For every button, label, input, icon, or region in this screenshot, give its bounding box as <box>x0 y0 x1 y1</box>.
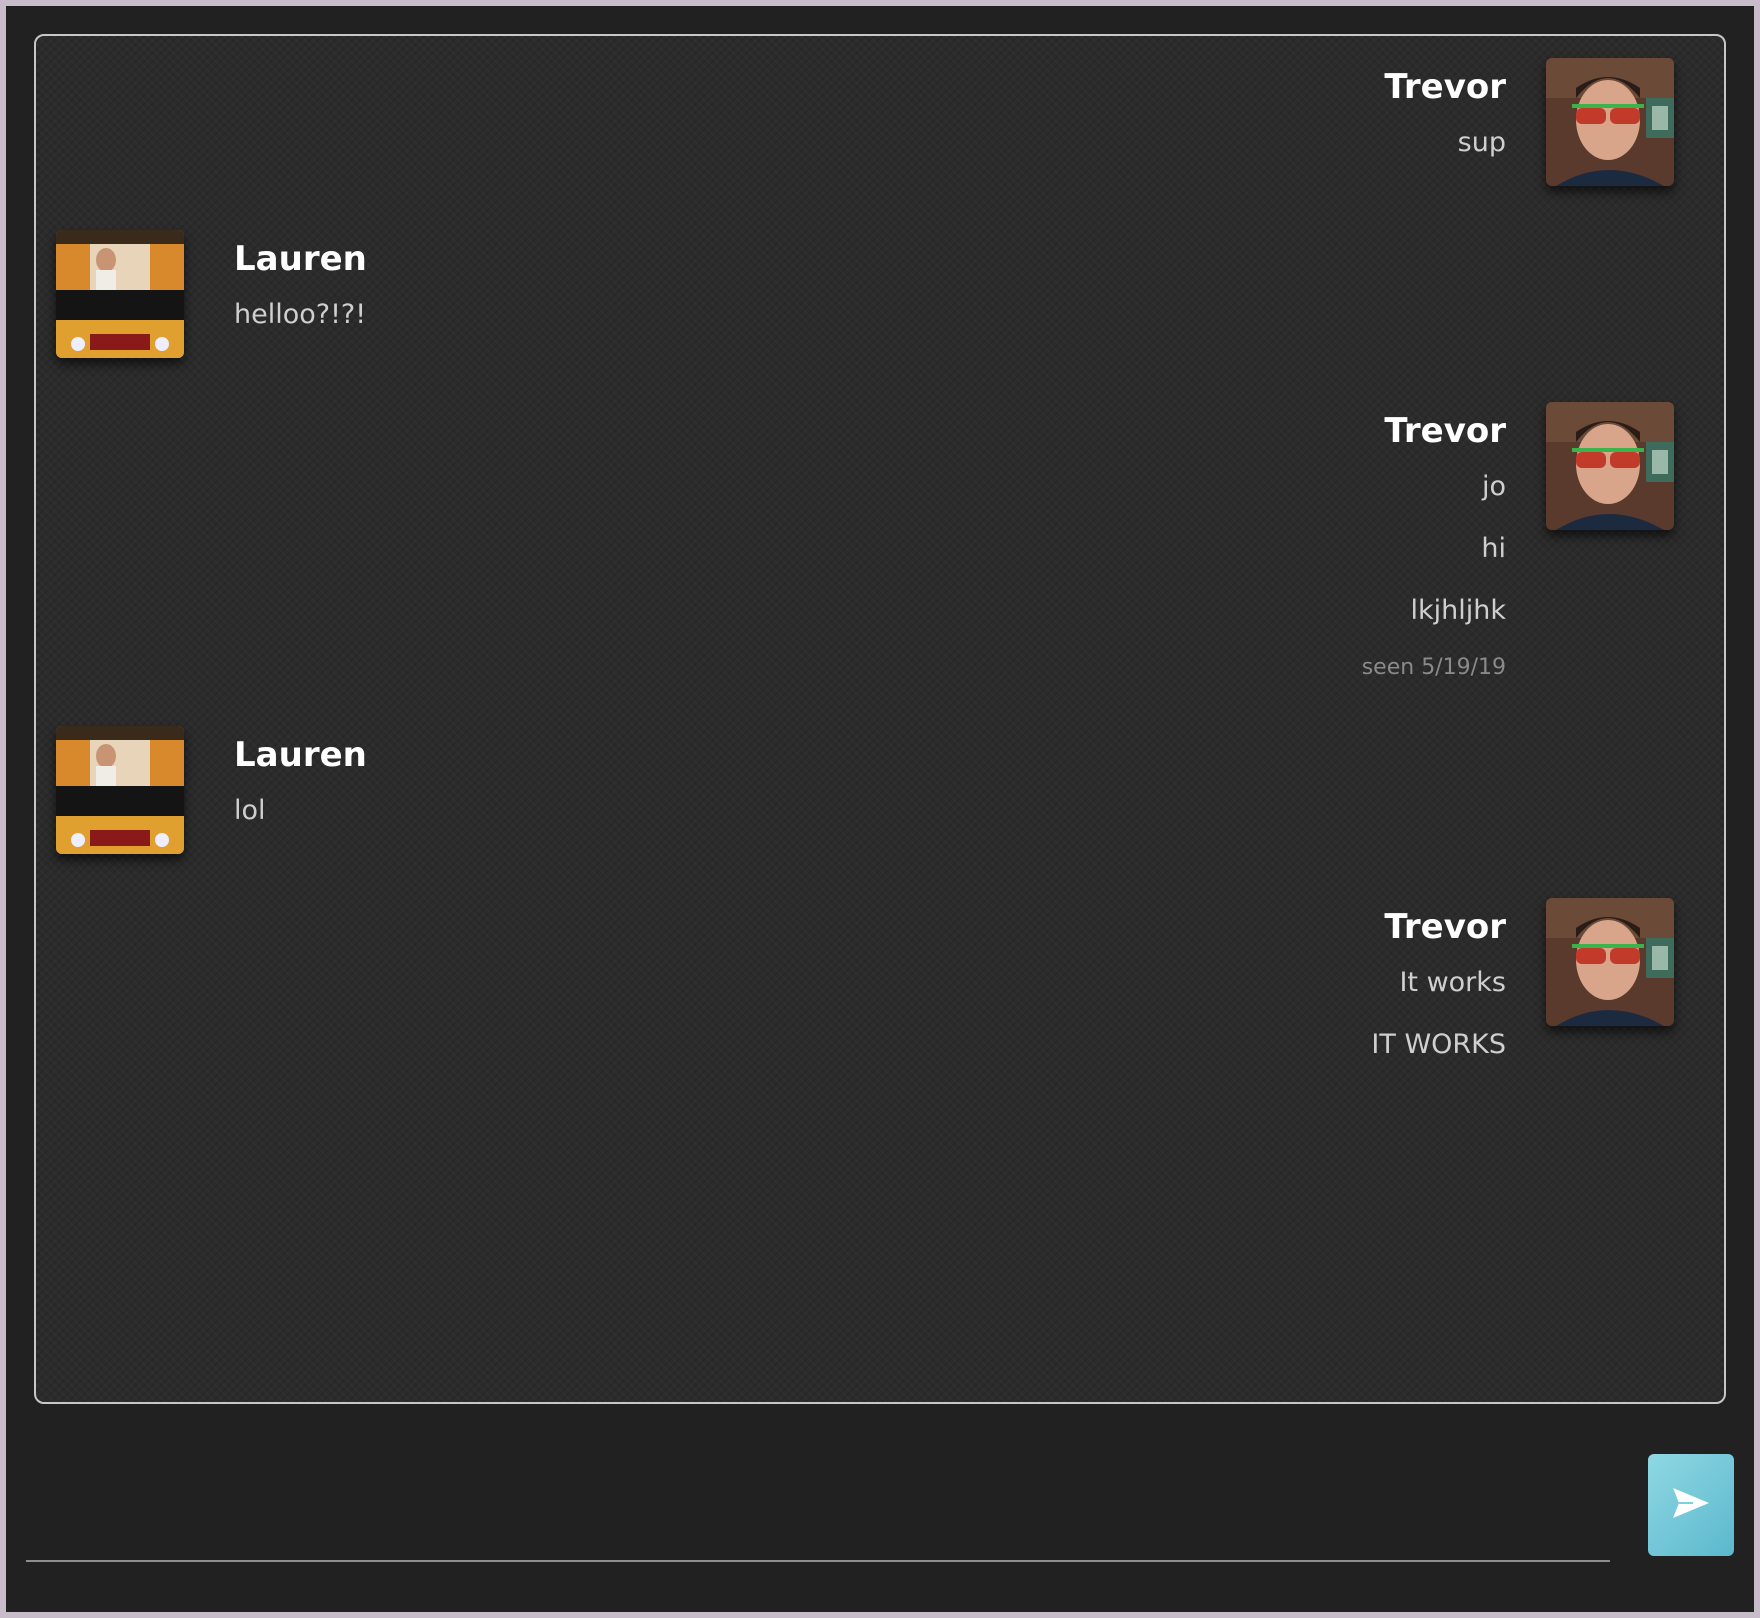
message-text: helloo?!?! <box>234 299 367 330</box>
sender-name: Trevor <box>1384 67 1506 107</box>
sender-name: Lauren <box>234 735 367 775</box>
message-content: Lauren lol <box>234 726 367 842</box>
message-text: It works <box>1399 967 1506 998</box>
message-content: Trevor sup <box>1384 58 1506 174</box>
send-icon <box>1671 1486 1711 1524</box>
lauren-avatar[interactable] <box>56 230 184 358</box>
message-text: hi <box>1481 533 1506 564</box>
message-group-lauren: Lauren lol <box>56 726 656 866</box>
message-group-trevor: Trevor jo hi lkjhljhk seen 5/19/19 <box>1074 402 1674 682</box>
sender-name: Lauren <box>234 239 367 279</box>
message-group-trevor: Trevor It works IT WORKS <box>1074 898 1674 1078</box>
send-button[interactable] <box>1648 1454 1734 1556</box>
message-text: lkjhljhk <box>1410 595 1506 626</box>
message-text: jo <box>1481 471 1506 502</box>
message-content: Trevor jo hi lkjhljhk seen 5/19/19 <box>1362 402 1506 694</box>
message-group-lauren: Lauren helloo?!?! <box>56 230 656 370</box>
message-list[interactable]: Trevor sup Lauren helloo?!?! Trevor jo h… <box>34 34 1726 1404</box>
trevor-avatar[interactable] <box>1546 898 1674 1026</box>
sender-name: Trevor <box>1384 907 1506 947</box>
seen-receipt: seen 5/19/19 <box>1361 655 1506 680</box>
trevor-avatar[interactable] <box>1546 58 1674 186</box>
message-input[interactable] <box>26 1446 1610 1562</box>
message-content: Lauren helloo?!?! <box>234 230 367 346</box>
message-group-trevor: Trevor sup <box>1074 58 1674 198</box>
lauren-avatar[interactable] <box>56 726 184 854</box>
chat-app: Trevor sup Lauren helloo?!?! Trevor jo h… <box>6 6 1754 1612</box>
sender-name: Trevor <box>1384 411 1506 451</box>
message-content: Trevor It works IT WORKS <box>1371 898 1506 1076</box>
message-text: IT WORKS <box>1371 1029 1506 1060</box>
trevor-avatar[interactable] <box>1546 402 1674 530</box>
message-text: sup <box>1457 127 1506 158</box>
message-composer <box>26 1446 1610 1562</box>
message-text: lol <box>234 795 266 826</box>
